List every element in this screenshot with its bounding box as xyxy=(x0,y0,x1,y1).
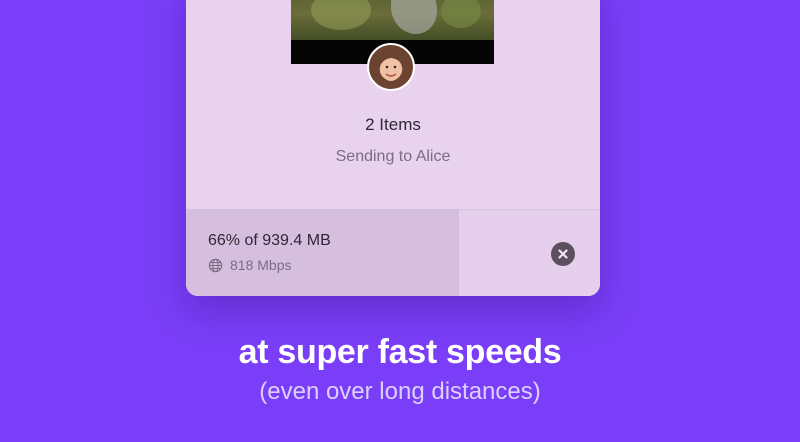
transfer-progress-panel: 66% of 939.4 MB 818 Mbps xyxy=(186,209,600,296)
cancel-transfer-button[interactable] xyxy=(551,242,575,266)
progress-text: 66% of 939.4 MB xyxy=(208,232,331,249)
recipient-avatar xyxy=(367,43,415,91)
speed-text: 818 Mbps xyxy=(230,257,292,273)
close-icon xyxy=(558,249,568,259)
transfer-card: 2 Items Sending to Alice 66% of 939.4 MB… xyxy=(186,0,600,296)
recipient-text: Sending to Alice xyxy=(335,148,451,165)
headline: at super fast speeds xyxy=(238,333,562,371)
speed-indicator: 818 Mbps xyxy=(208,257,291,273)
progress-fill xyxy=(186,210,460,296)
items-count: 2 Items xyxy=(365,115,421,134)
subheadline: (even over long distances) xyxy=(259,378,541,405)
globe-icon xyxy=(208,258,223,273)
